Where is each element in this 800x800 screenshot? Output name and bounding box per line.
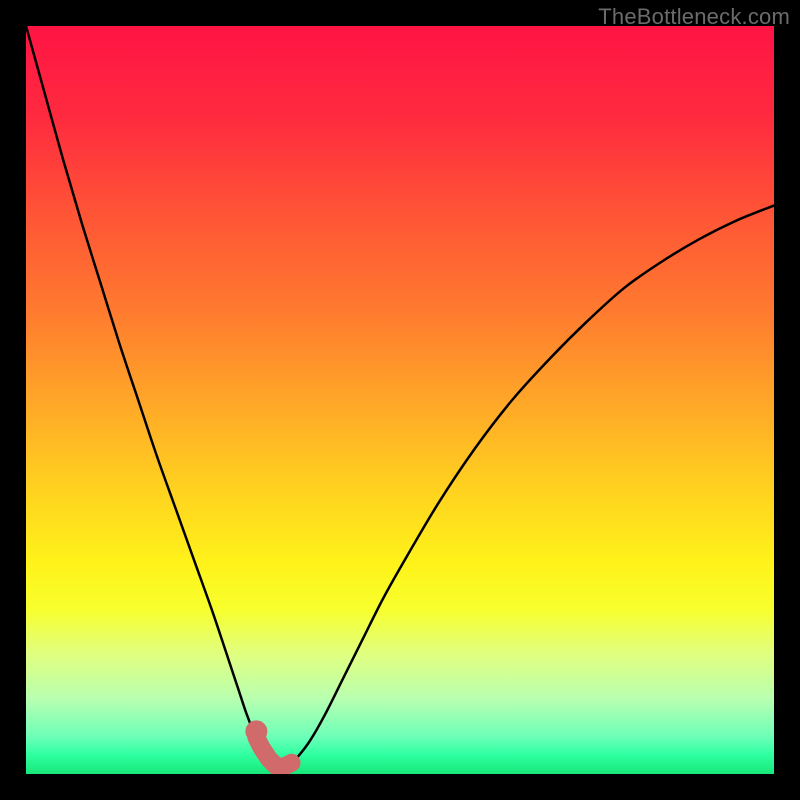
chart-plot-area xyxy=(26,26,774,774)
watermark-text: TheBottleneck.com xyxy=(598,4,790,30)
chart-curve-layer xyxy=(26,26,774,774)
bottleneck-curve xyxy=(26,26,774,767)
highlight-marker xyxy=(245,720,291,766)
chart-frame: TheBottleneck.com xyxy=(0,0,800,800)
